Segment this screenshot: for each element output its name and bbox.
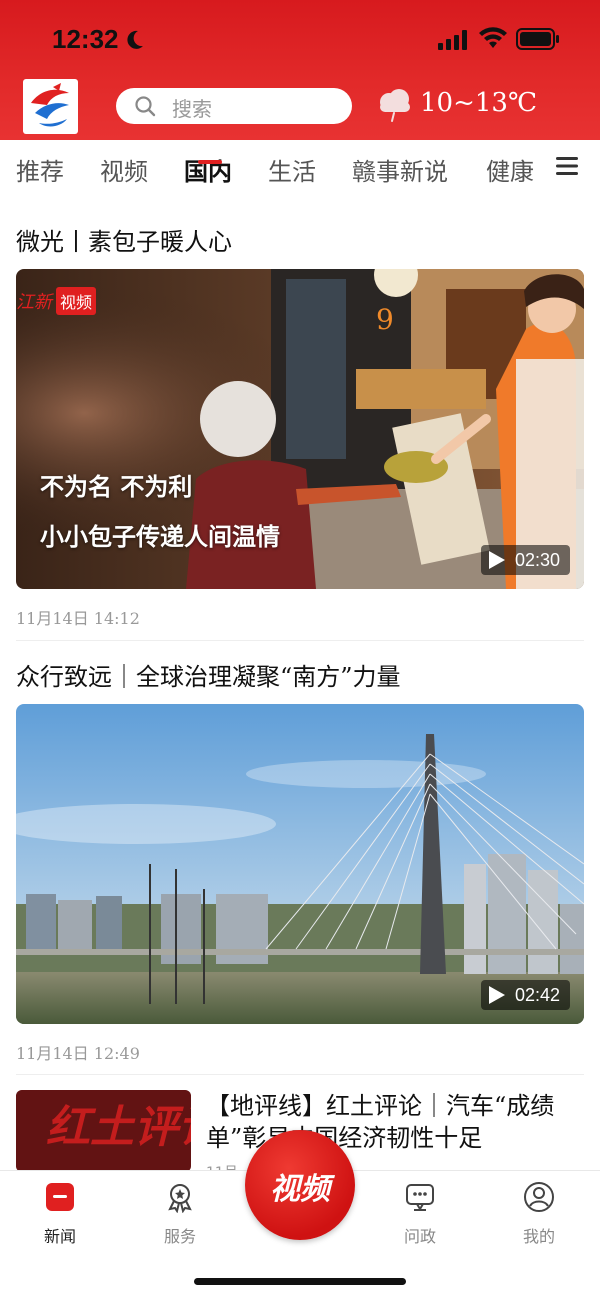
video-bridge-photo [16, 704, 584, 1024]
article-title[interactable]: 众行致远｜全球治理凝聚“南方”力量 [16, 657, 401, 692]
video-thumbnail[interactable]: 02:42 [16, 704, 584, 1024]
app-logo[interactable] [23, 79, 78, 134]
divider [16, 640, 584, 641]
duration-text: 02:30 [514, 549, 560, 570]
article-title[interactable]: 微光丨素包子暖人心 [16, 222, 232, 257]
battery-icon [516, 28, 559, 50]
tab-active-indicator [198, 160, 222, 164]
nav-profile[interactable]: 我的 [499, 1181, 579, 1247]
nav-label: 我的 [522, 1227, 555, 1246]
tab-domestic[interactable]: 国内 [184, 152, 232, 187]
play-icon [488, 986, 505, 1004]
video-overlay-line1: 不为名 不为利 [40, 472, 193, 501]
video-center-button[interactable]: 视频 [245, 1130, 355, 1240]
search-input[interactable]: 搜索 [116, 88, 352, 124]
nav-service[interactable]: 服务 [140, 1181, 220, 1247]
service-icon [168, 1184, 192, 1213]
weather-temperature: 10~13℃ [420, 88, 538, 118]
tab-life[interactable]: 生活 [268, 152, 316, 187]
profile-icon [524, 1182, 554, 1212]
search-icon [135, 96, 156, 117]
channel-tabs: 推荐 视频 国内 生活 赣事新说 健康 [0, 140, 600, 198]
divider [16, 1074, 584, 1075]
app-header: 12:32 搜索 10~13℃ [0, 0, 600, 140]
duration-text: 02:42 [514, 984, 560, 1005]
status-bar: 12:32 [0, 0, 600, 78]
video-overlay-line2: 小小包子传递人间温情 [40, 522, 280, 551]
tab-video[interactable]: 视频 [100, 152, 148, 187]
menu-icon[interactable] [556, 156, 578, 176]
wifi-icon [479, 27, 507, 48]
search-placeholder: 搜索 [172, 97, 212, 121]
cloudy-rain-icon [380, 89, 410, 122]
status-time: 12:32 [52, 24, 119, 54]
signal-icon [438, 30, 467, 50]
video-duration: 02:30 [480, 545, 570, 575]
article-thumbnail[interactable]: 红土评论 [16, 1090, 191, 1172]
tab-health[interactable]: 健康 [486, 152, 534, 187]
video-button-label: 视频 [270, 1172, 330, 1207]
thumbnail-text: 红土评论 [46, 1102, 191, 1153]
moon-icon [127, 30, 143, 49]
svg-text:9: 9 [376, 303, 394, 336]
logo-icon [31, 83, 69, 127]
article-time: 11月14日 12:49 [16, 1044, 140, 1063]
article-thumbnail-image: 红土评论 [16, 1090, 191, 1172]
nav-label: 新闻 [43, 1227, 76, 1246]
inquiry-icon [406, 1184, 434, 1211]
nav-inquiry[interactable]: 问政 [380, 1181, 460, 1247]
news-icon [46, 1183, 74, 1211]
video-source-badge: 江新 视频 [16, 287, 97, 315]
video-badge-label: 视频 [56, 287, 97, 315]
tab-ganshi[interactable]: 赣事新说 [352, 152, 448, 187]
tab-recommend[interactable]: 推荐 [16, 152, 64, 187]
play-icon [488, 551, 505, 569]
nav-news[interactable]: 新闻 [20, 1181, 100, 1247]
home-indicator[interactable] [194, 1278, 406, 1285]
article-time: 11月14日 14:12 [16, 609, 140, 628]
nav-label: 服务 [163, 1227, 196, 1246]
nav-label: 问政 [403, 1227, 436, 1246]
video-duration: 02:42 [480, 980, 570, 1010]
video-thumbnail[interactable]: 9 江新 视频 不为名 不为利 小小包子传递人间温情 02:30 [16, 269, 584, 589]
